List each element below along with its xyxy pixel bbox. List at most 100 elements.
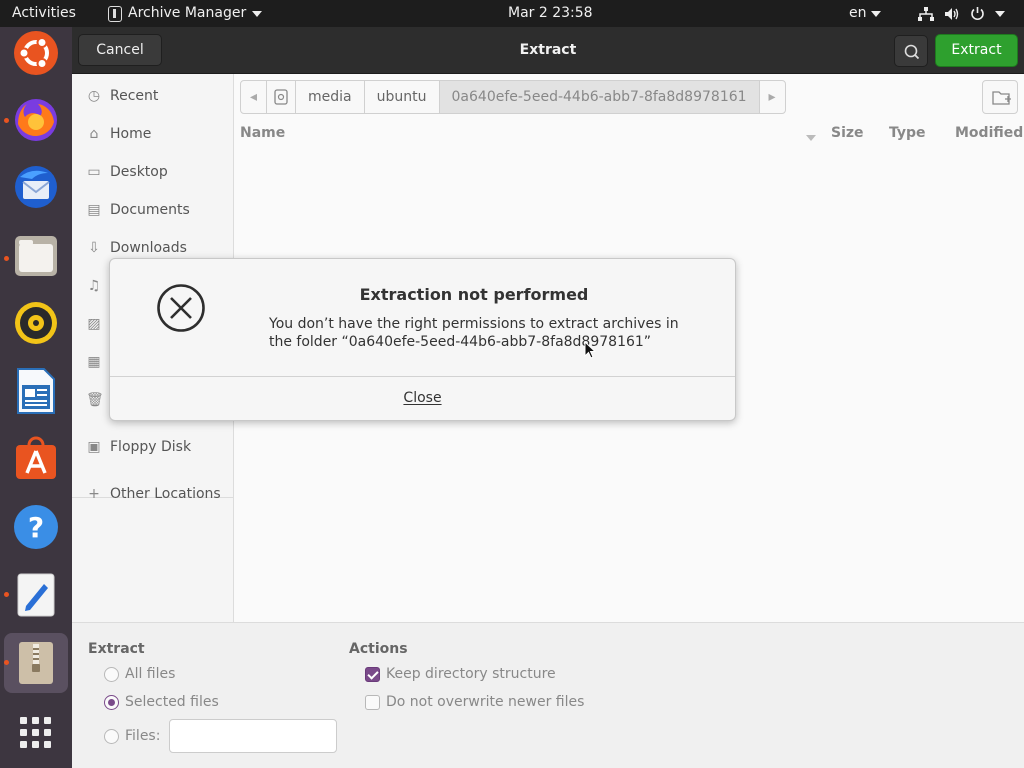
files-pattern-input[interactable]	[169, 719, 337, 753]
volume-icon	[945, 7, 959, 20]
chevron-down-icon	[870, 10, 881, 17]
column-type[interactable]: Type	[889, 125, 926, 141]
pictures-icon: ▨	[87, 316, 101, 332]
downloads-icon: ⇩	[88, 240, 100, 256]
sidebar-item-floppy-disk[interactable]: ▣ Floppy Disk	[72, 429, 233, 465]
sidebar-item-other-locations[interactable]: + Other Locations	[72, 476, 233, 512]
documents-icon: ▤	[87, 202, 101, 218]
dock-rhythmbox-item[interactable]	[10, 297, 62, 349]
sidebar-item-label: Documents	[110, 202, 190, 218]
column-modified[interactable]: Modified	[955, 125, 1023, 141]
language-label: en	[849, 5, 867, 21]
checkbox[interactable]	[365, 694, 380, 710]
checkbox-label: Do not overwrite newer files	[386, 694, 585, 710]
running-indicator	[4, 660, 9, 665]
path-segment-media[interactable]: media	[296, 81, 365, 113]
dock-show-apps-item[interactable]	[10, 707, 62, 759]
dialog-title: Extraction not performed	[359, 285, 589, 304]
home-icon: ⌂	[89, 126, 99, 142]
dock-archive-manager-item[interactable]	[10, 637, 62, 689]
sidebar-item-label: Other Locations	[110, 486, 221, 502]
file-list-header: Name Size Type Modified	[234, 119, 1024, 147]
path-segment-ubuntu[interactable]: ubuntu	[365, 81, 440, 113]
dock-writer-item[interactable]	[10, 365, 62, 417]
search-icon	[904, 44, 920, 60]
files-radio[interactable]: Files:	[104, 728, 160, 744]
path-segment-current[interactable]: 0a640efe-5eed-44b6-abb7-8fa8d8978161	[439, 81, 760, 113]
network-icon	[918, 6, 934, 21]
extract-options: Extract All files Selected files Files: …	[72, 622, 1024, 768]
desktop-icon: ▭	[87, 164, 101, 180]
libreoffice-writer-icon	[17, 368, 55, 414]
top-bar: Activities Archive Manager Mar 2 23:58 e…	[0, 0, 1024, 27]
dock-software-item[interactable]	[10, 432, 62, 484]
radio-button[interactable]	[104, 728, 119, 744]
window-title: Extract	[519, 42, 577, 58]
dock-thunderbird-item[interactable]	[10, 161, 62, 213]
keep-structure-checkbox[interactable]: Keep directory structure	[365, 666, 556, 682]
app-menu-label: Archive Manager	[128, 5, 247, 21]
sidebar-item-label: Desktop	[110, 164, 168, 180]
extract-section-title: Extract	[88, 641, 145, 657]
sidebar-item-desktop[interactable]: ▭ Desktop	[72, 154, 233, 190]
dock-ubuntu-item[interactable]	[10, 27, 62, 79]
all-files-radio[interactable]: All files	[104, 666, 175, 682]
selected-files-radio[interactable]: Selected files	[104, 694, 219, 710]
plus-icon: +	[88, 486, 100, 502]
running-indicator	[4, 256, 9, 261]
sidebar-item-recent[interactable]: ◷ Recent	[72, 78, 233, 114]
dock: ?	[0, 27, 72, 768]
activities-button[interactable]: Activities	[12, 0, 76, 27]
dock-files-item[interactable]	[10, 230, 62, 282]
dialog-message: You don’t have the right permissions to …	[269, 316, 679, 350]
chevron-down-icon	[252, 10, 263, 17]
radio-button[interactable]	[104, 666, 119, 682]
sidebar-item-documents[interactable]: ▤ Documents	[72, 192, 233, 228]
files-icon	[15, 236, 57, 276]
column-size[interactable]: Size	[831, 125, 864, 141]
system-menu[interactable]	[918, 0, 1005, 27]
music-icon: ♫	[87, 278, 101, 294]
search-button[interactable]	[894, 35, 928, 67]
rhythmbox-icon	[15, 302, 57, 344]
path-back-button[interactable]: ◂	[241, 81, 268, 113]
sidebar-item-home[interactable]: ⌂ Home	[72, 116, 233, 152]
drive-icon	[274, 89, 288, 105]
no-overwrite-checkbox[interactable]: Do not overwrite newer files	[365, 694, 584, 710]
checkbox-label: Keep directory structure	[386, 666, 556, 682]
radio-label: Selected files	[125, 694, 219, 710]
cancel-button[interactable]: Cancel	[78, 34, 162, 66]
thunderbird-icon	[15, 166, 57, 208]
archive-manager-icon	[19, 642, 53, 684]
radio-button[interactable]	[104, 694, 119, 710]
column-name[interactable]: Name	[240, 125, 285, 141]
sidebar-item-label: Home	[110, 126, 152, 142]
header-bar: Cancel Extract Extract	[72, 27, 1024, 74]
dock-text-editor-item[interactable]	[10, 569, 62, 621]
svg-text:?: ?	[28, 511, 44, 544]
software-center-icon	[16, 436, 56, 479]
trash-icon: 🗑	[86, 392, 104, 408]
radio-label: All files	[125, 666, 176, 682]
sidebar-item-label: Downloads	[110, 240, 187, 256]
running-indicator	[4, 118, 9, 123]
sidebar-item-label: Floppy Disk	[110, 439, 192, 455]
language-indicator[interactable]: en	[849, 0, 881, 27]
mouse-pointer-icon	[584, 340, 597, 363]
radio-label: Files:	[125, 728, 161, 744]
checkbox[interactable]	[365, 666, 380, 682]
app-menu[interactable]: Archive Manager	[108, 0, 263, 27]
error-icon	[156, 283, 206, 337]
chevron-down-icon	[995, 10, 1005, 17]
extract-button[interactable]: Extract	[935, 34, 1018, 67]
help-icon: ?	[14, 505, 58, 549]
dock-firefox-item[interactable]	[10, 94, 62, 146]
clock[interactable]: Mar 2 23:58	[508, 0, 593, 27]
path-forward-button[interactable]: ▸	[760, 81, 785, 113]
dock-help-item[interactable]: ?	[10, 501, 62, 553]
new-folder-button[interactable]	[982, 80, 1018, 114]
close-button[interactable]: Close	[110, 377, 735, 420]
power-icon	[971, 7, 984, 21]
path-root-button[interactable]	[267, 81, 297, 113]
new-folder-icon	[992, 91, 1011, 105]
